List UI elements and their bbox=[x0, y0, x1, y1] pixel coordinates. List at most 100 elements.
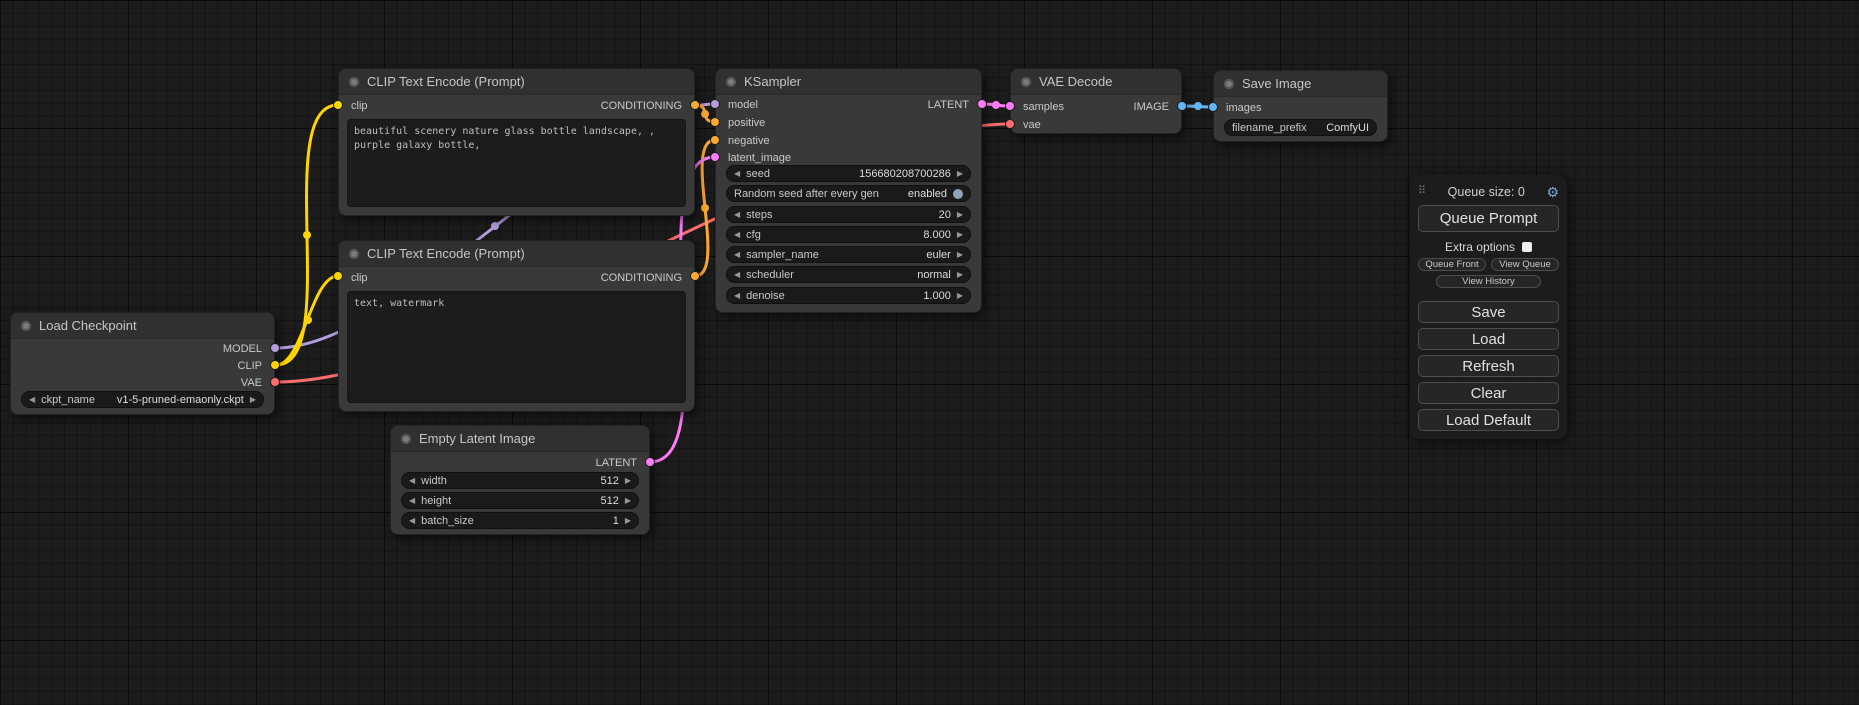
stepper-right-icon[interactable]: ▶ bbox=[625, 497, 631, 505]
gear-icon[interactable]: ⚙ bbox=[1546, 185, 1559, 199]
random-seed-widget[interactable]: Random seed after every gen enabled bbox=[726, 185, 971, 202]
node-title-bar[interactable]: Save Image bbox=[1214, 71, 1387, 97]
prompt-textarea[interactable]: text, watermark bbox=[347, 291, 686, 403]
collapse-dot-icon[interactable] bbox=[1224, 79, 1234, 89]
node-title-bar[interactable]: KSampler bbox=[716, 69, 981, 95]
height-widget[interactable]: ◀ height 512 ▶ bbox=[401, 492, 639, 509]
save-button[interactable]: Save bbox=[1418, 301, 1559, 323]
output-slot-image: IMAGE bbox=[1134, 100, 1169, 114]
node-clip-text-encode-negative[interactable]: CLIP Text Encode (Prompt) clip CONDITION… bbox=[338, 240, 695, 412]
widget-label: Random seed after every gen bbox=[734, 188, 879, 200]
stepper-left-icon[interactable]: ◀ bbox=[734, 231, 740, 239]
node-title: CLIP Text Encode (Prompt) bbox=[367, 246, 525, 261]
widget-label: batch_size bbox=[421, 515, 474, 527]
steps-widget[interactable]: ◀ steps 20 ▶ bbox=[726, 206, 971, 223]
node-title-bar[interactable]: CLIP Text Encode (Prompt) bbox=[339, 69, 694, 95]
output-slot-model: MODEL bbox=[223, 342, 262, 356]
node-empty-latent-image[interactable]: Empty Latent Image LATENT ◀ width 512 ▶ … bbox=[390, 425, 650, 535]
ckpt-name-widget[interactable]: ◀ ckpt_name v1-5-pruned-emaonly.ckpt ▶ bbox=[21, 391, 264, 408]
load-default-button[interactable]: Load Default bbox=[1418, 409, 1559, 431]
widget-value: 20 bbox=[939, 209, 951, 221]
stepper-right-icon[interactable]: ▶ bbox=[957, 271, 963, 279]
collapse-dot-icon[interactable] bbox=[349, 77, 359, 87]
node-load-checkpoint[interactable]: Load Checkpoint MODEL CLIP VAE ◀ ckpt_na… bbox=[10, 312, 275, 415]
widget-value: ComfyUI bbox=[1326, 122, 1369, 134]
stepper-right-icon[interactable]: ▶ bbox=[957, 231, 963, 239]
collapse-dot-icon[interactable] bbox=[401, 434, 411, 444]
stepper-right-icon[interactable]: ▶ bbox=[957, 211, 963, 219]
stepper-left-icon[interactable]: ◀ bbox=[29, 396, 35, 404]
output-slot-vae: VAE bbox=[241, 376, 262, 390]
widget-value: enabled bbox=[908, 188, 947, 200]
stepper-left-icon[interactable]: ◀ bbox=[734, 292, 740, 300]
collapse-dot-icon[interactable] bbox=[21, 321, 31, 331]
batch-size-widget[interactable]: ◀ batch_size 1 ▶ bbox=[401, 512, 639, 529]
queue-front-button[interactable]: Queue Front bbox=[1418, 258, 1486, 271]
stepper-left-icon[interactable]: ◀ bbox=[734, 271, 740, 279]
output-slot-conditioning: CONDITIONING bbox=[601, 99, 682, 113]
input-slot-positive: positive bbox=[728, 116, 765, 130]
node-title-bar[interactable]: VAE Decode bbox=[1011, 69, 1181, 95]
view-queue-button[interactable]: View Queue bbox=[1491, 258, 1559, 271]
stepper-left-icon[interactable]: ◀ bbox=[409, 477, 415, 485]
node-graph-canvas[interactable]: Load Checkpoint MODEL CLIP VAE ◀ ckpt_na… bbox=[0, 0, 1859, 705]
seed-widget[interactable]: ◀ seed 156680208700286 ▶ bbox=[726, 165, 971, 182]
menu-header: ⠿ Queue size: 0 ⚙ bbox=[1418, 183, 1559, 200]
queue-size-label: Queue size: 0 bbox=[1426, 185, 1546, 199]
queue-buttons-row: Queue Front View Queue bbox=[1418, 258, 1559, 271]
input-slot-images: images bbox=[1226, 101, 1261, 115]
filename-prefix-widget[interactable]: filename_prefix ComfyUI bbox=[1224, 119, 1377, 136]
node-title: Save Image bbox=[1242, 76, 1311, 91]
prompt-textarea[interactable]: beautiful scenery nature glass bottle la… bbox=[347, 119, 686, 207]
cfg-widget[interactable]: ◀ cfg 8.000 ▶ bbox=[726, 226, 971, 243]
widget-label: height bbox=[421, 495, 451, 507]
stepper-left-icon[interactable]: ◀ bbox=[409, 517, 415, 525]
widget-value: 8.000 bbox=[923, 229, 951, 241]
stepper-right-icon[interactable]: ▶ bbox=[625, 517, 631, 525]
refresh-button[interactable]: Refresh bbox=[1418, 355, 1559, 377]
stepper-left-icon[interactable]: ◀ bbox=[734, 251, 740, 259]
widget-label: steps bbox=[746, 209, 772, 221]
stepper-right-icon[interactable]: ▶ bbox=[957, 292, 963, 300]
collapse-dot-icon[interactable] bbox=[1021, 77, 1031, 87]
stepper-right-icon[interactable]: ▶ bbox=[957, 251, 963, 259]
collapse-dot-icon[interactable] bbox=[726, 77, 736, 87]
toggle-icon[interactable] bbox=[953, 189, 963, 199]
stepper-left-icon[interactable]: ◀ bbox=[734, 170, 740, 178]
node-title-bar[interactable]: CLIP Text Encode (Prompt) bbox=[339, 241, 694, 267]
collapse-dot-icon[interactable] bbox=[349, 249, 359, 259]
view-history-button[interactable]: View History bbox=[1436, 275, 1540, 288]
output-slot-latent: LATENT bbox=[928, 98, 969, 112]
widget-value: euler bbox=[926, 249, 950, 261]
clear-button[interactable]: Clear bbox=[1418, 382, 1559, 404]
link-midpoint-dot bbox=[701, 204, 709, 212]
widget-label: cfg bbox=[746, 229, 761, 241]
stepper-left-icon[interactable]: ◀ bbox=[734, 211, 740, 219]
load-button[interactable]: Load bbox=[1418, 328, 1559, 350]
node-title-bar[interactable]: Empty Latent Image bbox=[391, 426, 649, 452]
stepper-right-icon[interactable]: ▶ bbox=[625, 477, 631, 485]
stepper-left-icon[interactable]: ◀ bbox=[409, 497, 415, 505]
node-ksampler[interactable]: KSampler model positive negative latent_… bbox=[715, 68, 982, 313]
scheduler-widget[interactable]: ◀ scheduler normal ▶ bbox=[726, 266, 971, 283]
width-widget[interactable]: ◀ width 512 ▶ bbox=[401, 472, 639, 489]
node-vae-decode[interactable]: VAE Decode samples vae IMAGE bbox=[1010, 68, 1182, 134]
widget-value: 512 bbox=[600, 495, 618, 507]
input-slot-latent-image: latent_image bbox=[728, 151, 791, 165]
drag-handle-icon[interactable]: ⠿ bbox=[1418, 186, 1426, 197]
stepper-right-icon[interactable]: ▶ bbox=[250, 396, 256, 404]
sampler-name-widget[interactable]: ◀ sampler_name euler ▶ bbox=[726, 246, 971, 263]
node-title-bar[interactable]: Load Checkpoint bbox=[11, 313, 274, 339]
denoise-widget[interactable]: ◀ denoise 1.000 ▶ bbox=[726, 287, 971, 304]
queue-prompt-button[interactable]: Queue Prompt bbox=[1418, 205, 1559, 232]
node-save-image[interactable]: Save Image images filename_prefix ComfyU… bbox=[1213, 70, 1388, 142]
widget-value: 512 bbox=[600, 475, 618, 487]
widget-label: ckpt_name bbox=[41, 394, 95, 406]
output-slot-latent: LATENT bbox=[596, 456, 637, 470]
extra-options-checkbox[interactable] bbox=[1522, 242, 1532, 252]
node-clip-text-encode-positive[interactable]: CLIP Text Encode (Prompt) clip CONDITION… bbox=[338, 68, 695, 216]
stepper-right-icon[interactable]: ▶ bbox=[957, 170, 963, 178]
widget-label: denoise bbox=[746, 290, 785, 302]
widget-value: 1.000 bbox=[923, 290, 951, 302]
output-slot-clip: CLIP bbox=[238, 359, 262, 373]
